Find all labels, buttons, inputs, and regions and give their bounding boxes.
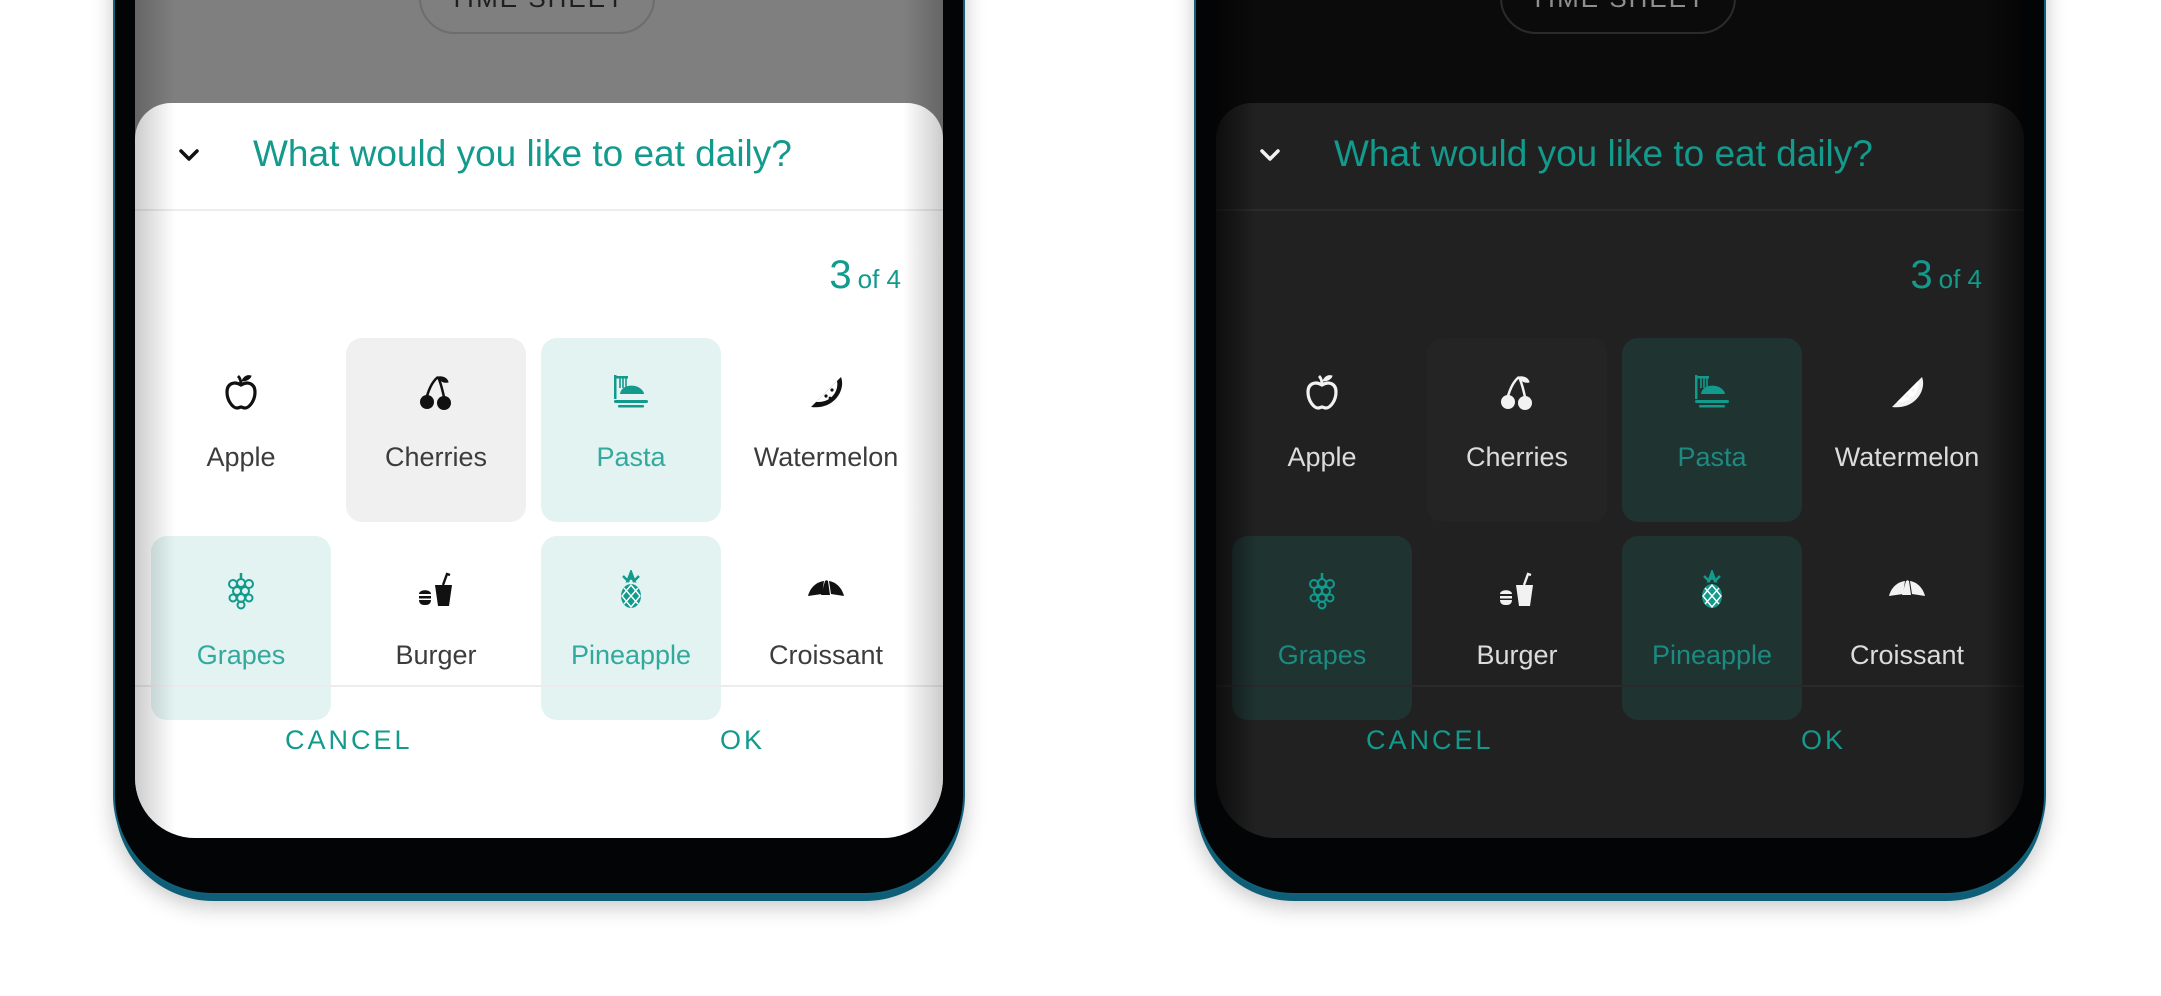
ok-button[interactable]: OK — [1791, 719, 1856, 762]
food-option-label: Grapes — [196, 640, 286, 670]
food-option-label: Watermelon — [1834, 442, 1980, 472]
cancel-button[interactable]: CANCEL — [275, 719, 423, 762]
pasta-icon — [609, 370, 653, 414]
apple-icon — [219, 370, 263, 414]
grapes-icon — [1300, 568, 1344, 612]
dialog-actions: CANCEL OK — [1216, 685, 2024, 838]
food-option-label: Cherries — [384, 442, 488, 472]
time-sheet-chip[interactable]: TIME SHEET — [419, 0, 655, 34]
dark-theme-phone: TIME SHEET What would you like to eat da… — [1194, 0, 2046, 895]
phone-screen: TIME SHEET What would you like to eat da… — [1216, 0, 2024, 838]
dialog-actions: CANCEL OK — [135, 685, 943, 838]
cherries-icon — [414, 370, 458, 414]
time-sheet-chip[interactable]: TIME SHEET — [1500, 0, 1736, 34]
food-option-label: Burger — [1476, 640, 1558, 670]
food-option-label: Pineapple — [570, 640, 692, 670]
pineapple-icon — [609, 568, 653, 612]
watermelon-icon — [804, 370, 848, 414]
food-option-label: Burger — [395, 640, 477, 670]
food-option-pasta[interactable]: Pasta — [541, 338, 721, 522]
food-option-label: Grapes — [1277, 640, 1367, 670]
food-option-label: Apple — [206, 442, 276, 472]
food-option-cherries[interactable]: Cherries — [346, 338, 526, 522]
pasta-icon — [1690, 370, 1734, 414]
cherries-icon — [1495, 370, 1539, 414]
food-option-label: Apple — [1287, 442, 1357, 472]
food-option-apple[interactable]: Apple — [1232, 338, 1412, 522]
bottom-sheet-dialog: What would you like to eat daily? 3 of 4 … — [135, 103, 943, 838]
food-option-label: Croissant — [1849, 640, 1965, 670]
grapes-icon — [219, 568, 263, 612]
pineapple-icon — [1690, 568, 1734, 612]
watermelon-icon — [1885, 370, 1929, 414]
food-option-watermelon[interactable]: Watermelon — [1817, 338, 1997, 522]
food-option-label: Cherries — [1465, 442, 1569, 472]
food-option-label: Pineapple — [1651, 640, 1773, 670]
cancel-button[interactable]: CANCEL — [1356, 719, 1504, 762]
food-option-pasta[interactable]: Pasta — [1622, 338, 1802, 522]
ok-button[interactable]: OK — [710, 719, 775, 762]
food-option-label: Watermelon — [753, 442, 899, 472]
food-option-label: Pasta — [1677, 442, 1747, 472]
burger-icon — [414, 568, 458, 612]
light-theme-phone: TIME SHEET What would you like to eat da… — [113, 0, 965, 895]
food-option-label: Pasta — [596, 442, 666, 472]
croissant-icon — [1885, 568, 1929, 612]
food-option-cherries[interactable]: Cherries — [1427, 338, 1607, 522]
apple-icon — [1300, 370, 1344, 414]
food-option-watermelon[interactable]: Watermelon — [736, 338, 916, 522]
phone-screen: TIME SHEET What would you like to eat da… — [135, 0, 943, 838]
bottom-sheet-dialog: What would you like to eat daily? 3 of 4 … — [1216, 103, 2024, 838]
burger-icon — [1495, 568, 1539, 612]
food-option-label: Croissant — [768, 640, 884, 670]
food-option-apple[interactable]: Apple — [151, 338, 331, 522]
croissant-icon — [804, 568, 848, 612]
